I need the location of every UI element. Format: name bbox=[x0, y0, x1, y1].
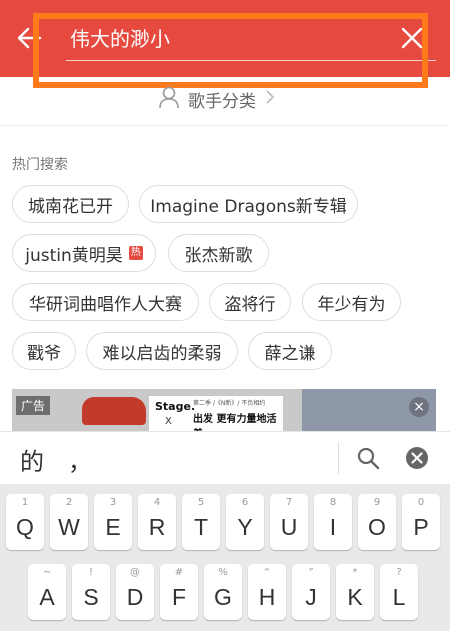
ad-banner[interactable]: 广告 Stage. X 第二季 /《N新》/ 不负相约 出发 更有力量地活着 × bbox=[12, 389, 436, 431]
hot-search-tag[interactable]: 华研词曲唱作人大赛 bbox=[12, 283, 199, 321]
ad-brand: Stage. bbox=[155, 400, 196, 413]
key-hint: ~ bbox=[42, 567, 52, 578]
key-hint: 8 bbox=[329, 497, 337, 508]
hot-search-tag[interactable]: 戳爷 bbox=[12, 332, 76, 370]
key-hint: ! bbox=[88, 567, 93, 578]
key-label: H bbox=[258, 584, 276, 610]
hot-search-title: 热门搜索 bbox=[12, 157, 68, 173]
key-label: P bbox=[413, 514, 429, 540]
key-label: O bbox=[368, 514, 386, 540]
ad-text-panel: Stage. X 第二季 /《N新》/ 不负相约 出发 更有力量地活着 bbox=[149, 396, 283, 431]
ad-x-mark: X bbox=[165, 416, 172, 427]
key-label: R bbox=[148, 514, 166, 540]
key-e[interactable]: 3E bbox=[94, 494, 132, 550]
key-hint: 6 bbox=[241, 497, 249, 508]
key-label: K bbox=[347, 584, 363, 610]
hot-search-tag[interactable]: Imagine Dragons新专辑 bbox=[139, 185, 358, 223]
chevron-right-icon bbox=[264, 88, 276, 111]
key-label: I bbox=[329, 514, 337, 540]
key-hint: # bbox=[174, 567, 184, 578]
key-l[interactable]: ? L bbox=[380, 564, 418, 620]
key-label: A bbox=[39, 584, 55, 610]
key-label: D bbox=[126, 584, 144, 610]
key-hint: % bbox=[218, 567, 228, 578]
key-u[interactable]: 7U bbox=[270, 494, 308, 550]
key-r[interactable]: 4R bbox=[138, 494, 176, 550]
ime-candidates[interactable]: 的 ， bbox=[20, 442, 92, 477]
key-hint: 0 bbox=[417, 497, 425, 508]
key-j[interactable]: ” J bbox=[292, 564, 330, 620]
hot-search-tag[interactable]: 盗将行 bbox=[209, 283, 291, 321]
hot-search-tag[interactable]: justin黄明昊热 bbox=[12, 234, 156, 272]
hot-search-tag[interactable]: 难以启齿的柔弱 bbox=[86, 332, 238, 370]
singer-category-label: 歌手分类 bbox=[188, 92, 256, 112]
key-label: J bbox=[305, 584, 317, 610]
hot-search-tag[interactable]: 年少有为 bbox=[302, 283, 401, 321]
key-label: S bbox=[83, 584, 99, 610]
key-label: E bbox=[105, 514, 121, 540]
hot-search-tag[interactable]: 城南花已开 bbox=[12, 185, 129, 223]
key-label: L bbox=[392, 584, 406, 610]
key-a[interactable]: ~ A bbox=[28, 564, 66, 620]
key-y[interactable]: 6Y bbox=[226, 494, 264, 550]
key-label: G bbox=[214, 584, 232, 610]
key-hint: ” bbox=[308, 567, 314, 578]
key-hint: @ bbox=[130, 567, 140, 578]
hot-search-tag[interactable]: 薛之谦 bbox=[248, 332, 332, 370]
ad-close-icon[interactable]: × bbox=[409, 397, 429, 417]
key-s[interactable]: ! S bbox=[72, 564, 110, 620]
key-hint: 1 bbox=[21, 497, 29, 508]
singer-icon bbox=[158, 85, 180, 114]
keyboard: 1Q2W3E4R5T6Y7U8I9O0P ~ A! S @ D # F% G “H” J * K? L bbox=[0, 484, 450, 631]
key-label: Q bbox=[16, 514, 34, 540]
ad-car-image bbox=[82, 397, 146, 425]
key-i[interactable]: 8I bbox=[314, 494, 352, 550]
key-hint: “ bbox=[264, 567, 270, 578]
key-hint: 9 bbox=[373, 497, 381, 508]
key-label: W bbox=[58, 514, 80, 540]
key-d[interactable]: @ D bbox=[116, 564, 154, 620]
hot-badge: 热 bbox=[128, 246, 143, 260]
candidate-divider bbox=[338, 442, 339, 474]
key-p[interactable]: 0P bbox=[402, 494, 440, 550]
key-hint: * bbox=[352, 567, 358, 578]
key-label: U bbox=[280, 514, 298, 540]
ad-headline: 出发 更有力量地活着 bbox=[193, 414, 277, 431]
key-t[interactable]: 5T bbox=[182, 494, 220, 550]
key-hint: 2 bbox=[65, 497, 73, 508]
key-f[interactable]: # F bbox=[160, 564, 198, 620]
ad-small-text: 第二季 /《N新》/ 不负相约 bbox=[193, 400, 266, 407]
key-hint: ? bbox=[396, 567, 402, 578]
key-label: F bbox=[171, 584, 187, 610]
key-q[interactable]: 1Q bbox=[6, 494, 44, 550]
key-label: T bbox=[193, 514, 209, 540]
ad-label: 广告 bbox=[16, 396, 51, 415]
search-icon[interactable] bbox=[356, 446, 380, 470]
ime-candidate-bar: 的 ， bbox=[0, 431, 450, 484]
close-circle-icon[interactable] bbox=[405, 446, 429, 470]
key-hint: 3 bbox=[109, 497, 117, 508]
key-label: Y bbox=[237, 514, 253, 540]
key-w[interactable]: 2W bbox=[50, 494, 88, 550]
key-hint: 7 bbox=[285, 497, 293, 508]
key-k[interactable]: * K bbox=[336, 564, 374, 620]
key-hint: 5 bbox=[197, 497, 205, 508]
key-g[interactable]: % G bbox=[204, 564, 242, 620]
key-h[interactable]: “H bbox=[248, 564, 286, 620]
key-o[interactable]: 9O bbox=[358, 494, 396, 550]
singer-category-row[interactable]: 歌手分类 bbox=[0, 77, 450, 126]
key-hint: 4 bbox=[153, 497, 161, 508]
hot-search-tag[interactable]: 张杰新歌 bbox=[168, 234, 269, 272]
